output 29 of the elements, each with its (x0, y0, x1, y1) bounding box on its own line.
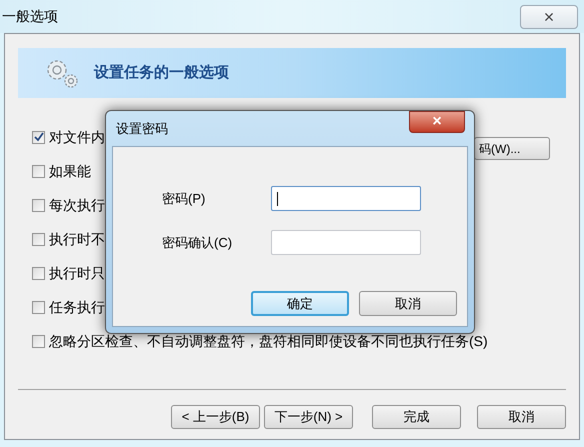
checkbox[interactable] (32, 334, 45, 348)
option-label: 执行时不 (49, 230, 105, 248)
finish-button[interactable]: 完成 (372, 405, 461, 429)
checkbox[interactable] (32, 164, 45, 178)
checkbox[interactable] (32, 232, 45, 246)
password-field[interactable] (271, 230, 421, 255)
password-button[interactable]: 码(W)... (474, 137, 550, 160)
option-label: 执行时只 (49, 264, 105, 282)
cancel-button[interactable]: 取消 (477, 405, 566, 429)
option-label: 如果能 (49, 162, 91, 180)
option-label: 任务执行 (49, 298, 105, 316)
next-button[interactable]: 下一步(N) > (264, 405, 353, 429)
close-button[interactable]: × (520, 4, 578, 28)
window-title: 一般选项 (2, 7, 58, 26)
dialog-title: 设置密码 (116, 120, 168, 138)
option-label: 对文件内 (49, 128, 105, 146)
password-field[interactable] (271, 186, 421, 211)
field-label: 密码(P) (162, 190, 206, 208)
ok-button[interactable]: 确定 (251, 291, 349, 316)
option-label: 忽略分区检查、不自动调整盘符，盘符相同即使设备不同也执行任务(S) (49, 332, 488, 351)
header-title: 设置任务的一般选项 (94, 62, 229, 83)
checkbox[interactable] (32, 266, 45, 280)
option-label: 每次执行 (49, 196, 105, 214)
checkbox[interactable] (32, 130, 45, 144)
checkbox[interactable] (32, 198, 45, 212)
back-button[interactable]: < 上一步(B) (171, 405, 260, 429)
field-label: 密码确认(C) (162, 234, 234, 252)
checkbox[interactable] (32, 300, 45, 314)
cancel-button[interactable]: 取消 (359, 291, 457, 316)
